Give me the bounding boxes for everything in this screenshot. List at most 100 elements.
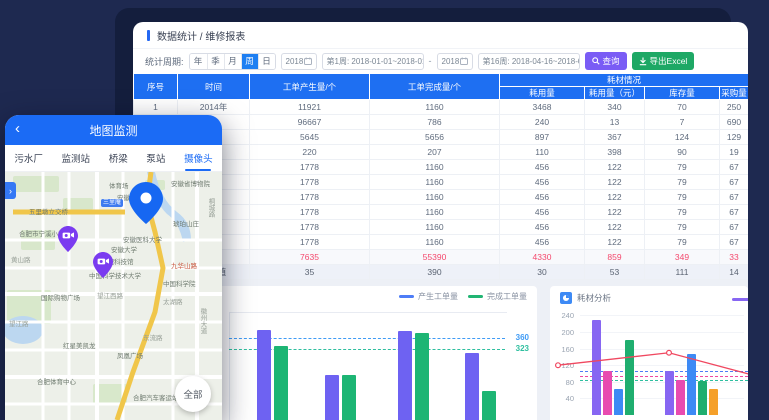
range-separator: - bbox=[429, 56, 432, 66]
value-cell: 5645 bbox=[250, 130, 370, 145]
year-to-value: 2018 bbox=[442, 57, 460, 66]
value-cell: 859 bbox=[585, 250, 645, 265]
camera-marker-icon[interactable] bbox=[93, 252, 113, 283]
bar bbox=[482, 391, 496, 420]
consumables-chart-card: 耗材分析 2402001601208040 bbox=[550, 286, 748, 420]
value-cell: 786 bbox=[370, 115, 500, 130]
calendar-icon bbox=[460, 57, 468, 65]
map-label: 凤凰广场 bbox=[117, 350, 143, 360]
trend-line bbox=[550, 286, 748, 420]
legend-label: 完成工单量 bbox=[487, 291, 527, 302]
map-view[interactable]: › 全部 体育场安徽农业大学安徽省博物院桐城路五里墩立交桥三里庵琥珀山庄合肥市宁… bbox=[5, 172, 222, 420]
workorder-chart-legend: 产生工单量 完成工单量 bbox=[399, 291, 527, 302]
period-option[interactable]: 月 bbox=[224, 54, 241, 69]
phone-tab[interactable]: 桥梁 bbox=[107, 145, 130, 171]
value-cell: 67 bbox=[720, 160, 749, 175]
value-cell: 390 bbox=[370, 265, 500, 280]
value-cell: 456 bbox=[500, 190, 585, 205]
value-cell: 67 bbox=[720, 190, 749, 205]
period-option[interactable]: 季 bbox=[207, 54, 224, 69]
value-cell: 4330 bbox=[500, 250, 585, 265]
charts-row: 产生工单量完成工单量 360323 耗材分析 2402001601208040 bbox=[133, 280, 748, 420]
value-cell: 1778 bbox=[250, 160, 370, 175]
map-label: 徽州大道 bbox=[197, 308, 207, 334]
period-option[interactable]: 周 bbox=[241, 54, 258, 69]
pie-chart-icon bbox=[560, 292, 572, 304]
total-row: 合计763555390433085934933 bbox=[134, 250, 749, 265]
header-row: 序号时间工单产生量/个工单完成量/个耗材情况 bbox=[134, 74, 749, 87]
column-header: 序号 bbox=[134, 74, 178, 100]
map-pin[interactable] bbox=[129, 182, 163, 229]
value-cell: 1778 bbox=[250, 205, 370, 220]
sub-column-header: 耗用量 bbox=[500, 87, 585, 100]
period-segmented-control: 年季月周日 bbox=[189, 53, 276, 70]
value-cell: 1778 bbox=[250, 190, 370, 205]
dashboard-window: 数据统计 / 维修报表 统计周期: 年季月周日 2018 第1周: 2018-0… bbox=[133, 22, 748, 420]
phone-tab[interactable]: 监测站 bbox=[60, 145, 93, 171]
value-cell: 111 bbox=[645, 265, 720, 280]
value-cell: 1778 bbox=[250, 235, 370, 250]
breadcrumb: 数据统计 / 维修报表 bbox=[157, 28, 245, 43]
value-cell: 67 bbox=[720, 220, 749, 235]
value-cell: 122 bbox=[585, 190, 645, 205]
legend-item[interactable]: 产生工单量 bbox=[399, 291, 458, 302]
table-row: 42202071103989019 bbox=[134, 145, 749, 160]
map-label: 安徽医科大学 bbox=[123, 234, 162, 244]
map-expand-button[interactable]: › bbox=[5, 182, 16, 199]
value-cell: 129 bbox=[720, 130, 749, 145]
search-icon bbox=[592, 57, 600, 65]
value-cell: 110 bbox=[500, 145, 585, 160]
map-label: 三里庵 bbox=[101, 199, 123, 207]
value-cell: 5656 bbox=[370, 130, 500, 145]
legend-item[interactable]: 完成工单量 bbox=[468, 291, 527, 302]
bar bbox=[398, 331, 412, 420]
export-excel-button[interactable]: 导出Excel bbox=[632, 52, 695, 70]
phone-tab-bar: 污水厂监测站桥梁泵站摄像头 bbox=[5, 145, 222, 172]
map-label: 安徽省博物院 bbox=[171, 178, 210, 188]
phone-tab[interactable]: 摄像头 bbox=[182, 145, 215, 171]
map-label: 桐城路 bbox=[205, 198, 215, 218]
map-label: 合肥汽车客运站 bbox=[133, 392, 179, 402]
value-cell: 207 bbox=[370, 145, 500, 160]
map-label: 望江路 bbox=[9, 318, 29, 328]
value-cell: 1778 bbox=[250, 220, 370, 235]
map-all-button[interactable]: 全部 bbox=[175, 376, 211, 412]
value-cell: 67 bbox=[720, 235, 749, 250]
download-icon bbox=[639, 57, 647, 66]
map-label: 望江西路 bbox=[97, 290, 123, 300]
value-cell: 79 bbox=[645, 205, 720, 220]
year-from-select[interactable]: 2018 bbox=[281, 53, 317, 70]
map-label: 中国科学院 bbox=[163, 278, 196, 288]
map-label: 太湖路 bbox=[163, 296, 183, 306]
week-from-input[interactable]: 第1周: 2018-01-01~2018-01-07 bbox=[322, 53, 424, 70]
column-header: 工单完成量/个 bbox=[370, 74, 500, 100]
query-button[interactable]: 查询 bbox=[585, 52, 627, 70]
map-label: 体育场 bbox=[109, 180, 129, 190]
map-label: 红星美凯龙 bbox=[63, 340, 96, 350]
phone-tab[interactable]: 污水厂 bbox=[12, 145, 45, 171]
period-option[interactable]: 日 bbox=[258, 54, 275, 69]
value-cell: 1160 bbox=[370, 205, 500, 220]
camera-marker-icon[interactable] bbox=[58, 226, 78, 257]
value-cell: 124 bbox=[645, 130, 720, 145]
time-cell: 2014年 bbox=[178, 100, 250, 115]
period-option[interactable]: 年 bbox=[190, 54, 207, 69]
consumables-legend-swatch bbox=[732, 298, 748, 301]
query-button-label: 查询 bbox=[603, 55, 620, 67]
value-cell: 897 bbox=[500, 130, 585, 145]
year-to-select[interactable]: 2018 bbox=[437, 53, 473, 70]
group-header: 耗材情况 bbox=[500, 74, 749, 87]
value-cell: 367 bbox=[585, 130, 645, 145]
consumables-combo-chart: 2402001601208040 bbox=[550, 286, 748, 420]
week-to-input[interactable]: 第16周: 2018-04-16~2018-04-22 bbox=[478, 53, 580, 70]
export-button-label: 导出Excel bbox=[650, 55, 688, 67]
table-row: 356455656897367124129 bbox=[134, 130, 749, 145]
column-header: 时间 bbox=[178, 74, 250, 100]
value-cell: 250 bbox=[720, 100, 749, 115]
back-icon[interactable]: ‹ bbox=[15, 120, 20, 138]
bar bbox=[415, 333, 429, 420]
map-label: 五里墩立交桥 bbox=[29, 206, 68, 216]
value-cell: 7635 bbox=[250, 250, 370, 265]
phone-tab[interactable]: 泵站 bbox=[144, 145, 167, 171]
legend-swatch bbox=[399, 295, 414, 298]
